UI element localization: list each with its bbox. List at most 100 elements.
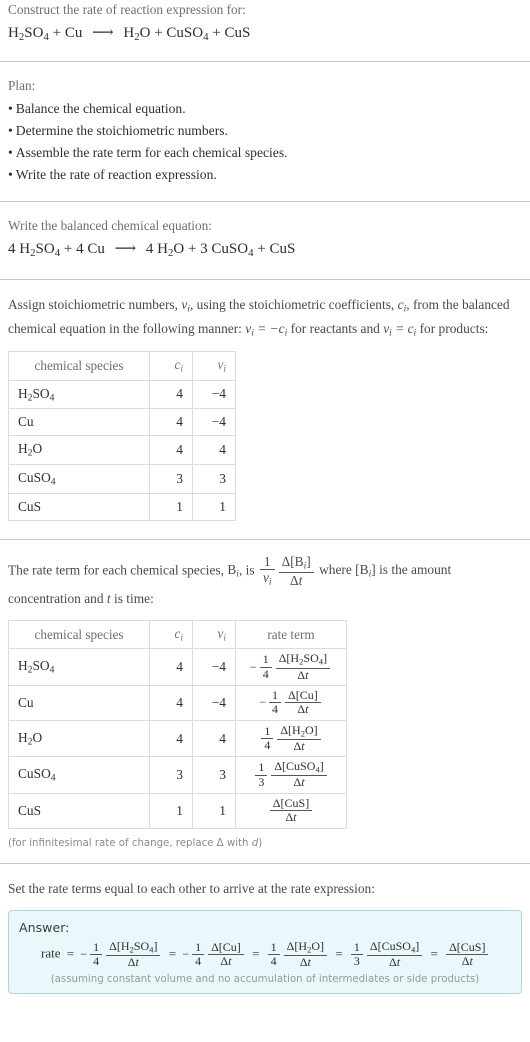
cell-ci: 1 [149,492,193,521]
cell-vi: 1 [192,492,236,521]
coefficient: 3 [200,241,208,258]
table-row: Cu 4 −4 −1 4 Δ[Cu] Δt [8,684,347,721]
cell-species: Cu [8,408,150,437]
table-row: CuSO4 3 3 1 3 Δ[CuSO4] Δt [8,756,347,794]
table-row: H2O 4 4 1 4 Δ[H2O] Δt [8,719,347,758]
cell-ci: 4 [149,435,193,465]
equals-sign: = [335,946,343,962]
plan-item: • Assemble the rate term for each chemica… [8,142,522,164]
equals-sign: = [430,946,438,962]
prompt-label: Construct the rate of reaction expressio… [8,2,246,17]
cell-species: CuSO4 [8,756,150,794]
table-row: H2SO4 4 −4 −1 4 Δ[H2SO4] Δt [8,648,347,686]
plus-sign: + [52,25,62,42]
plan-item: • Balance the chemical equation. [8,98,522,120]
column-header-species: chemical species [8,350,150,381]
cell-ci: 3 [149,463,193,494]
section-divider [0,279,530,281]
column-header-species: chemical species [8,619,150,650]
plan-label: Plan: [8,78,36,94]
rate-term-table: chemical species ci νi rate term H2SO4 4… [8,619,347,829]
formula-cus: CuS [269,241,296,258]
rule-products: νi = ci [383,320,417,339]
section-divider [0,538,530,540]
formula-h2so4: H2SO4 [19,241,61,260]
column-header-rate-term: rate term [235,619,347,650]
cell-species: CuSO4 [8,463,150,494]
cell-species: CuS [8,792,150,829]
symbol-nu-i: νi [181,297,190,315]
table-header-row: chemical species ci νi [8,350,236,381]
cell-rate-term: −1 4 Δ[H2SO4] Δt [235,648,347,686]
intro-text: The rate term for each chemical species, [8,561,228,577]
table-header-row: chemical species ci νi rate term [8,619,347,650]
cell-species: Cu [8,684,150,721]
formula-h2o: H2O [157,241,185,260]
cell-ci: 4 [149,719,193,758]
answer-term-cu: −1 4 Δ[Cu] Δt [182,940,246,969]
cell-vi: −4 [192,379,236,410]
bullet-icon: • [8,122,13,138]
cell-vi: 4 [192,435,236,465]
plus-sign: + [187,241,197,258]
plan-item-label: Balance the chemical equation. [15,100,186,116]
bullet-icon: • [8,100,13,116]
cell-ci: 4 [149,408,193,437]
cell-ci: 3 [149,756,193,794]
cell-vi: −4 [192,684,236,721]
cell-rate-term: −1 4 Δ[Cu] Δt [235,684,347,721]
page-root: Construct the rate of reaction expressio… [0,0,530,995]
plus-sign: + [154,25,163,42]
equals-sign: = [168,946,177,962]
section-divider [0,863,530,865]
formula-cuso4: CuSO4 [211,241,254,260]
cell-species: H2O [8,435,150,465]
formula-cuso4: CuSO4 [166,25,209,44]
plus-sign: + [257,241,266,258]
cell-ci: 1 [149,792,193,829]
final-intro: Set the rate terms equal to each other t… [8,881,375,897]
cell-vi: −4 [192,408,236,437]
coefficient: 4 [76,241,84,258]
column-header-vi: νi [192,619,236,650]
plus-sign: + [63,241,73,258]
reaction-arrow-icon: ⟶ [92,25,114,42]
answer-note: (assuming constant volume and no accumul… [50,974,480,986]
answer-term-cus: Δ[CuS] Δt [444,940,490,969]
plan-item: • Determine the stoichiometric numbers. [8,120,522,142]
column-header-vi: νi [192,350,236,381]
answer-label: Answer: [19,919,70,935]
cell-species: H2SO4 [8,648,150,686]
plan-list: • Balance the chemical equation. • Determi… [8,98,522,186]
intro-text: for products: [416,320,489,336]
table-row: H2O 4 4 [8,435,236,465]
cell-rate-term: Δ[CuS] Δt [235,792,347,829]
table-row: CuS 1 1 [8,492,236,521]
reaction-arrow-icon: ⟶ [114,241,137,258]
bullet-icon: • [8,144,13,160]
stoichiometry-table: chemical species ci νi H2SO4 4 −4 Cu 4 −… [8,350,236,521]
column-header-ci: ci [149,350,193,381]
formula-cu: Cu [64,25,83,42]
footnote-infinitesimal: (for infinitesimal rate of change, repla… [8,837,263,849]
intro-text: , is [238,561,258,577]
intro-text: , using the stoichiometric coefficients, [189,297,398,313]
bullet-icon: • [8,166,13,182]
table-row: H2SO4 4 −4 [8,379,236,410]
cell-species: CuS [8,492,150,521]
cell-ci: 4 [149,648,193,686]
answer-term-cuso4: 1 3 Δ[CuSO4] Δt [349,939,424,970]
cell-vi: 4 [192,719,236,758]
formula-h2o: H2O [123,25,151,44]
cell-ci: 4 [149,379,193,410]
balanced-equation: 4 H2SO4 + 4 Cu ⟶ 4 H2O + 3 CuSO4 + CuS [8,238,522,261]
equals-sign: = [66,946,75,962]
formula-h2so4: H2SO4 [8,25,49,44]
table-row: Cu 4 −4 [8,408,236,437]
balanced-equation-label: Write the balanced chemical equation: [8,217,212,233]
formula-cu: Cu [87,241,105,258]
answer-term-h2so4: −1 4 Δ[H2SO4] Δt [80,939,162,970]
equals-sign: = [252,946,260,962]
rate-word: rate [41,945,61,961]
plan-item-label: Write the rate of reaction expression. [15,166,217,182]
